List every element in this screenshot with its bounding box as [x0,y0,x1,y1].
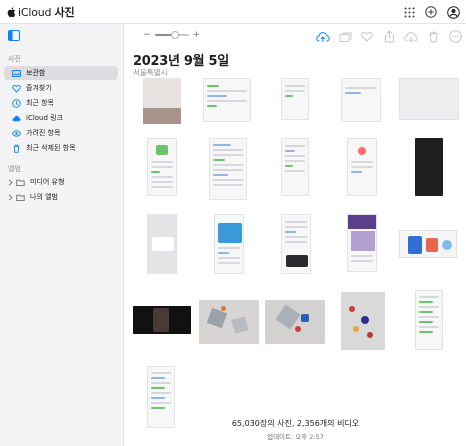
sidebar-item-recently-deleted[interactable]: 최근 삭제된 항목 [4,141,118,155]
zoom-slider[interactable] [154,31,189,39]
photo-grid-panel: − + 2023년 9월 5일 서울특별시 65,030장의 사진, 2,356… [125,24,466,446]
sidebar-group-label: 나의 앨범 [30,193,58,201]
screenshot-thumbnail[interactable] [415,290,443,350]
screenshot-thumbnail[interactable] [415,138,443,196]
app-title: iCloud 사진 [18,5,75,19]
sidebar-item-label: 최근 삭제된 항목 [26,144,76,152]
chevron-right-icon[interactable] [7,178,13,186]
folder-icon [16,178,25,187]
sidebar-item-label: 보관함 [26,69,46,77]
add-circle-icon[interactable] [424,5,438,19]
video-thumbnail[interactable] [133,306,191,334]
cloud-link-icon [12,114,21,123]
upload-icon[interactable] [316,30,330,43]
zoom-out-button[interactable]: − [143,30,151,40]
download-icon[interactable] [404,30,418,43]
screenshot-thumbnail[interactable] [281,214,311,274]
sidebar: 사진 보관함 즐겨찾기 최근 항목 iCloud 링크 가려진 항목 최근 삭제 [0,24,124,446]
photo-thumbnail[interactable] [199,300,259,344]
zoom-control[interactable]: − + [143,30,200,40]
sidebar-item-hidden[interactable]: 가려진 항목 [4,126,118,140]
apple-logo-icon [7,6,16,17]
photo-thumbnail[interactable] [143,78,181,124]
library-count: 65,030장의 사진, 2,356개의 비디오 [231,419,360,428]
delete-icon[interactable] [426,30,440,43]
app-brand[interactable]: iCloud 사진 [6,4,75,20]
sidebar-item-label: 최근 항목 [26,99,54,107]
favorite-icon[interactable] [360,30,374,43]
screenshot-thumbnail[interactable] [399,230,457,258]
photo-thumbnail[interactable] [265,300,325,344]
more-icon[interactable] [448,30,462,43]
screenshot-thumbnail[interactable] [399,78,459,120]
screenshot-thumbnail[interactable] [214,214,244,274]
library-icon [12,69,21,78]
clock-icon [12,98,21,108]
screenshot-thumbnail[interactable] [203,78,251,122]
screenshot-thumbnail[interactable] [347,138,377,196]
sidebar-section-photos: 사진 [8,55,21,63]
screenshot-thumbnail[interactable] [281,138,309,196]
eye-icon [12,129,21,138]
folder-icon [16,193,25,202]
sidebar-item-label: 즐겨찾기 [26,84,52,92]
sidebar-section-albums: 앨범 [8,165,21,173]
sidebar-item-label: iCloud 링크 [26,114,64,122]
sidebar-toggle-icon[interactable] [8,30,20,41]
photo-thumbnail[interactable] [341,292,385,350]
sidebar-group-media-types[interactable]: 미디어 유형 [4,175,118,189]
zoom-in-button[interactable]: + [193,30,201,40]
screenshot-thumbnail[interactable] [147,214,177,274]
screenshot-thumbnail[interactable] [209,138,247,200]
photo-toolbar [316,30,462,43]
sidebar-item-icloud-links[interactable]: iCloud 링크 [4,111,118,125]
location-label: 서울특별시 [133,68,168,77]
sidebar-item-favorites[interactable]: 즐겨찾기 [4,81,118,95]
sidebar-group-my-albums[interactable]: 나의 앨범 [4,190,118,204]
screenshot-thumbnail[interactable] [147,138,177,196]
screenshot-thumbnail[interactable] [347,214,377,272]
screenshot-thumbnail[interactable] [281,78,309,120]
screenshot-thumbnail[interactable] [341,78,381,122]
last-updated: 업데이트: 오후 2:57 [267,433,324,441]
sidebar-group-label: 미디어 유형 [30,178,65,186]
chevron-right-icon[interactable] [7,193,13,201]
heart-icon [12,84,21,93]
apps-grid-icon[interactable] [402,5,416,19]
sidebar-item-library[interactable]: 보관함 [4,66,118,80]
top-bar: iCloud 사진 [0,0,466,24]
share-icon[interactable] [382,30,396,43]
sidebar-item-label: 가려진 항목 [26,129,61,137]
zoom-slider-knob[interactable] [170,31,179,39]
trash-icon [12,144,21,153]
add-to-album-icon[interactable] [338,30,352,43]
account-icon[interactable] [446,5,460,19]
sidebar-item-recents[interactable]: 최근 항목 [4,96,118,110]
